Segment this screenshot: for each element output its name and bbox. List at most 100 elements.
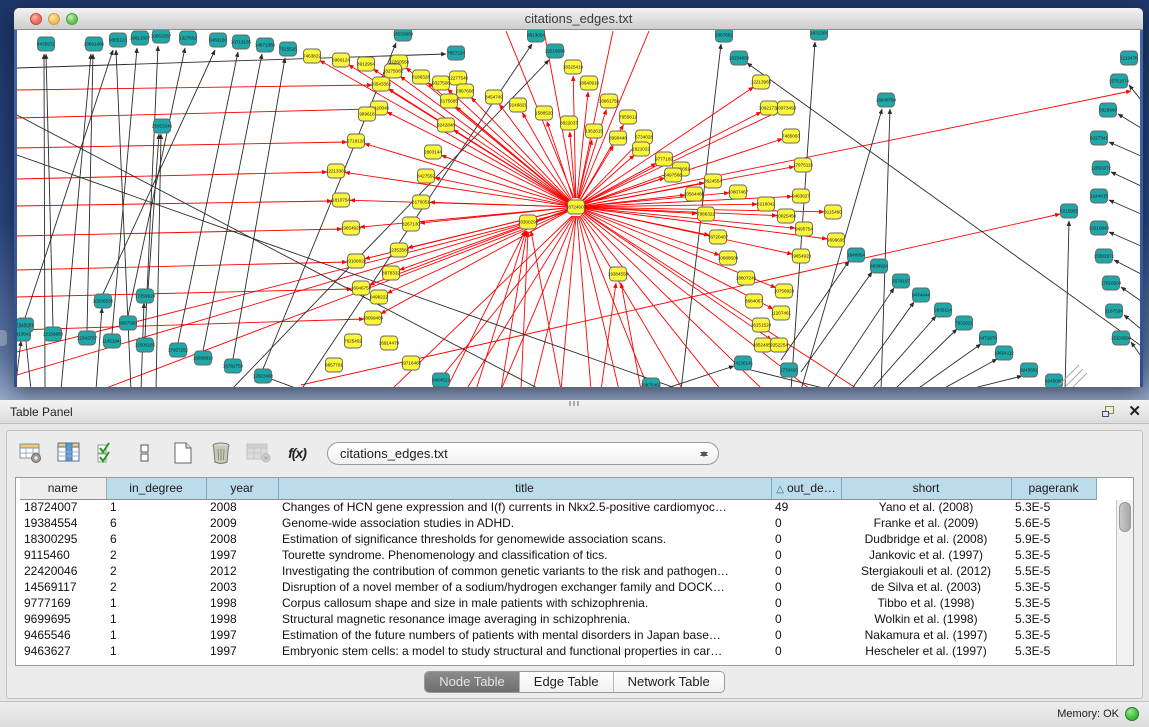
table-row[interactable]: 911546021997Tourette syndrome. Phenomeno…	[20, 547, 1096, 563]
table-cell[interactable]: 1	[106, 627, 206, 643]
table-cell[interactable]: 0	[771, 515, 841, 531]
table-cell[interactable]: 5.3E-5	[1011, 547, 1096, 563]
table-cell[interactable]: 1998	[206, 611, 278, 627]
table-cell[interactable]: 9465546	[20, 627, 106, 643]
table-row[interactable]: 946362711997Embryonic stem cells: a mode…	[20, 643, 1096, 659]
table-cell[interactable]: Tourette syndrome. Phenomenology and cla…	[278, 547, 771, 563]
table-cell[interactable]: 1	[106, 499, 206, 515]
table-cell[interactable]: 49	[771, 499, 841, 515]
table-cell[interactable]: 0	[771, 531, 841, 547]
table-cell[interactable]: Embryonic stem cells: a model to study s…	[278, 643, 771, 659]
memory-status-icon[interactable]	[1125, 707, 1139, 721]
table-cell[interactable]: 9777169	[20, 595, 106, 611]
network-canvas[interactable]: 4435572206914069065123166133071065328713…	[17, 30, 1140, 387]
table-row[interactable]: 1872400712008Changes of HCN gene express…	[20, 499, 1096, 515]
table-cell[interactable]: 0	[771, 595, 841, 611]
table-cell[interactable]: Genome-wide association studies in ADHD.	[278, 515, 771, 531]
column-header-in_degree[interactable]: in_degree	[106, 478, 206, 499]
table-row[interactable]: 946554611997Estimation of the future num…	[20, 627, 1096, 643]
column-header-title[interactable]: title	[278, 478, 771, 499]
table-cell[interactable]: 6	[106, 515, 206, 531]
table-row[interactable]: 1938455462009Genome-wide association stu…	[20, 515, 1096, 531]
table-options-icon[interactable]	[17, 439, 45, 467]
table-cell[interactable]: Stergiakouli et al. (2012)	[841, 563, 1011, 579]
column-header-short[interactable]: short	[841, 478, 1011, 499]
table-cell[interactable]: 2009	[206, 515, 278, 531]
table-cell[interactable]: 5.9E-5	[1011, 531, 1096, 547]
table-cell[interactable]: 1998	[206, 595, 278, 611]
table-cell[interactable]: 9699695	[20, 611, 106, 627]
table-cell[interactable]: 2008	[206, 499, 278, 515]
table-cell[interactable]: 6	[106, 531, 206, 547]
delete-table-icon[interactable]	[207, 439, 235, 467]
resize-grip-icon[interactable]	[1059, 365, 1087, 387]
window-titlebar[interactable]: citations_edges.txt	[14, 8, 1143, 30]
table-cell[interactable]: 0	[771, 627, 841, 643]
table-cell[interactable]: Changes of HCN gene expression and I(f) …	[278, 499, 771, 515]
panel-collapse-handle[interactable]	[0, 330, 7, 346]
table-cell[interactable]: 0	[771, 611, 841, 627]
float-panel-icon[interactable]	[1102, 406, 1116, 419]
table-row[interactable]: 1830029562008Estimation of significance …	[20, 531, 1096, 547]
table-cell[interactable]: Jankovic et al. (1997)	[841, 547, 1011, 563]
table-cell[interactable]: 0	[771, 579, 841, 595]
table-cell[interactable]: Hescheler et al. (1997)	[841, 643, 1011, 659]
table-cell[interactable]: 0	[771, 563, 841, 579]
table-cell[interactable]: 2	[106, 563, 206, 579]
table-cell[interactable]: 9463627	[20, 643, 106, 659]
table-cell[interactable]: de Silva et al. (2003)	[841, 579, 1011, 595]
table-cell[interactable]: 9115460	[20, 547, 106, 563]
column-visibility-icon[interactable]	[55, 439, 83, 467]
table-cell[interactable]: Nakamura et al. (1997)	[841, 627, 1011, 643]
table-cell[interactable]: Franke et al. (2009)	[841, 515, 1011, 531]
table-cell[interactable]: 5.3E-5	[1011, 579, 1096, 595]
table-cell[interactable]: 18300295	[20, 531, 106, 547]
table-row[interactable]: 1456911722003Disruption of a novel membe…	[20, 579, 1096, 595]
network-graph[interactable]: 4435572206914069065123166133071065328713…	[17, 30, 1140, 387]
table-cell[interactable]: 2	[106, 547, 206, 563]
table-cell[interactable]: 0	[771, 643, 841, 659]
row-selection-icon[interactable]	[93, 439, 121, 467]
table-cell[interactable]: Yano et al. (2008)	[841, 499, 1011, 515]
table-cell[interactable]: 19384554	[20, 515, 106, 531]
table-cell[interactable]: 22420046	[20, 563, 106, 579]
table-cell[interactable]: Investigating the contribution of common…	[278, 563, 771, 579]
vertical-scrollbar[interactable]	[1116, 500, 1133, 665]
table-cell[interactable]: 0	[771, 547, 841, 563]
tab-network-table[interactable]: Network Table	[614, 672, 724, 692]
table-cell[interactable]: Wolkin et al. (1998)	[841, 611, 1011, 627]
table-cell[interactable]: 18724007	[20, 499, 106, 515]
scrollbar-thumb[interactable]	[1119, 502, 1131, 532]
column-header-pagerank[interactable]: pagerank	[1011, 478, 1096, 499]
table-select-dropdown[interactable]: citations_edges.txt	[327, 442, 719, 465]
table-row[interactable]: 977716911998Corpus callosum shape and si…	[20, 595, 1096, 611]
table-cell[interactable]: 5.3E-5	[1011, 611, 1096, 627]
table-cell[interactable]: 5.3E-5	[1011, 627, 1096, 643]
splitter-grip[interactable]	[569, 401, 581, 406]
table-cell[interactable]: 2003	[206, 579, 278, 595]
function-builder-icon[interactable]: f(x)	[283, 439, 311, 467]
table-cell[interactable]: 5.3E-5	[1011, 595, 1096, 611]
row-height-icon[interactable]	[131, 439, 159, 467]
table-cell[interactable]: 1	[106, 595, 206, 611]
close-panel-icon[interactable]: ✕	[1128, 405, 1141, 419]
table-cell[interactable]: 5.5E-5	[1011, 563, 1096, 579]
table-cell[interactable]: Estimation of the future numbers of pati…	[278, 627, 771, 643]
table-cell[interactable]: 2008	[206, 531, 278, 547]
table-cell[interactable]: 5.6E-5	[1011, 515, 1096, 531]
column-header-out_de[interactable]: △out_de…	[771, 478, 841, 499]
table-cell[interactable]: Corpus callosum shape and size in male p…	[278, 595, 771, 611]
table-cell[interactable]: Tibbo et al. (1998)	[841, 595, 1011, 611]
table-cell[interactable]: 14569117	[20, 579, 106, 595]
column-header-year[interactable]: year	[206, 478, 278, 499]
tab-edge-table[interactable]: Edge Table	[520, 672, 614, 692]
table-cell[interactable]: 5.3E-5	[1011, 643, 1096, 659]
table-cell[interactable]: 2	[106, 579, 206, 595]
table-cell[interactable]: Structural magnetic resonance image aver…	[278, 611, 771, 627]
table-row[interactable]: 2242004622012Investigating the contribut…	[20, 563, 1096, 579]
table-cell[interactable]: 1	[106, 643, 206, 659]
table-cell[interactable]: Estimation of significance thresholds fo…	[278, 531, 771, 547]
tab-node-table[interactable]: Node Table	[425, 672, 520, 692]
table-cell[interactable]: 2012	[206, 563, 278, 579]
table-cell[interactable]: Disruption of a novel member of a sodium…	[278, 579, 771, 595]
